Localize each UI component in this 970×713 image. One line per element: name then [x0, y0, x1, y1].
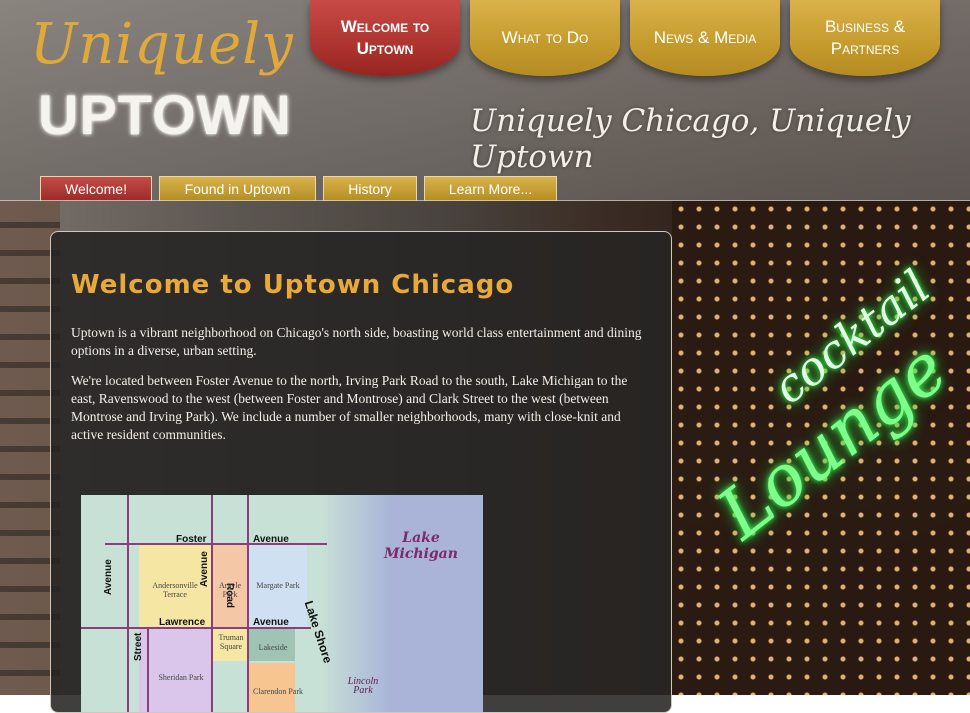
map-label-street: Street — [133, 632, 144, 661]
subtab-learn-more[interactable]: Learn More... — [424, 176, 557, 201]
content-panel: Welcome to Uptown Chicago Uptown is a vi… — [50, 231, 672, 713]
map-road-clark — [147, 629, 149, 712]
map-label-margate: Margate Park — [256, 581, 300, 590]
map-road-sheridan — [247, 495, 249, 712]
topnav-welcome-to-uptown[interactable]: Welcome to Uptown — [310, 0, 460, 76]
topnav-business-and-partners[interactable]: Business & Partners — [790, 0, 940, 76]
map-label-sheridan: Sheridan Park — [158, 673, 204, 682]
site-tagline: Uniquely Chicago, Uniquely Uptown — [470, 103, 911, 175]
topnav-label: Welcome to Uptown — [340, 17, 430, 58]
subtab-welcome[interactable]: Welcome! — [40, 176, 152, 201]
neighborhood-map: Foster Avenue Lawrence Avenue Avenue Ave… — [81, 495, 483, 712]
map-label-argyle: Argyle Park — [218, 581, 242, 599]
header-divider — [0, 200, 970, 201]
intro-paragraph: Uptown is a vibrant neighborhood on Chic… — [71, 325, 642, 358]
subtab-found-in-uptown[interactable]: Found in Uptown — [159, 176, 316, 201]
map-label-lawrence-avenue: Avenue — [253, 617, 289, 628]
map-label-foster-avenue: Avenue — [253, 534, 289, 545]
location-paragraph: We're located between Foster Avenue to t… — [71, 373, 628, 442]
map-label-andersonville: Andersonville Terrace — [152, 581, 198, 599]
subtab-history[interactable]: History — [323, 176, 417, 201]
map-label-lakeside: Lakeside — [258, 643, 288, 652]
map-label-left-avenue: Avenue — [103, 559, 114, 595]
map-road-foster — [105, 543, 327, 545]
map-label-lincoln: Lincoln Park — [347, 676, 379, 696]
map-label-truman: Truman Square — [218, 633, 244, 651]
map-road-ravenswood — [127, 495, 129, 712]
map-area-sheridan — [139, 629, 211, 712]
map-label-lawrence: Lawrence — [159, 617, 206, 628]
page-title: Welcome to Uptown Chicago — [71, 270, 515, 300]
topnav-label: What to Do — [501, 28, 589, 47]
map-road-broadway — [211, 495, 213, 712]
topnav-what-to-do[interactable]: What to Do — [470, 0, 620, 76]
topnav-news-and-media[interactable]: News & Media — [630, 0, 780, 76]
topnav-label: Business & Partners — [824, 17, 906, 58]
logo-uptown: UPTOWN — [38, 83, 292, 146]
map-label-lake-michigan: Lake Michigan — [384, 530, 458, 562]
map-label-foster: Foster — [176, 534, 207, 545]
topnav-label: News & Media — [653, 28, 757, 47]
logo-uniquely: Uniquely — [30, 12, 294, 77]
